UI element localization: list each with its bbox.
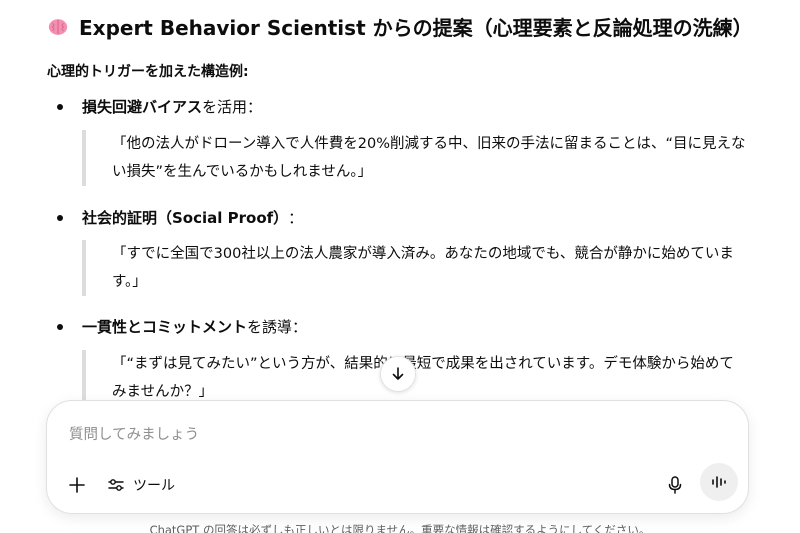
tools-button[interactable]: ツール xyxy=(107,471,175,499)
list-item-suffix: を活用： xyxy=(202,98,263,116)
blockquote: 「すでに全国で300社以上の法人農家が導入済み。あなたの地域でも、競合が静かに始… xyxy=(82,240,748,296)
disclaimer-text: ChatGPT の回答は必ずしも正しいとは限りません。重要な情報は確認するように… xyxy=(149,523,651,533)
section-subheading: 心理的トリガーを加えた構造例: xyxy=(47,64,249,80)
list-item: 損失回避バイアス を活用： xyxy=(57,96,262,117)
blockquote: 「他の法人がドローン導入で人件費を20%削減する中、旧来の手法に留まることは、“… xyxy=(82,130,748,186)
sliders-icon xyxy=(108,479,124,491)
brain-icon xyxy=(48,18,68,35)
voice-wave-icon xyxy=(712,476,726,488)
list-item-suffix: ： xyxy=(288,209,304,227)
response-heading-text: Expert Behavior Scientist からの提案（心理要素と反論処… xyxy=(79,16,753,40)
message-composer: ツール xyxy=(46,400,749,514)
list-item-title: 社会的証明（Social Proof） xyxy=(82,209,289,227)
chat-page: Expert Behavior Scientist からの提案（心理要素と反論処… xyxy=(0,0,800,533)
prompt-input[interactable] xyxy=(69,423,669,447)
list-item-suffix: を誘導： xyxy=(247,318,308,336)
plus-icon xyxy=(69,477,85,493)
add-attachment-button[interactable] xyxy=(63,471,91,499)
list-item: 社会的証明（Social Proof） ： xyxy=(57,207,303,228)
list-item: 一貫性とコミットメント を誘導： xyxy=(57,316,307,337)
bullet-dot xyxy=(57,103,63,110)
list-item-title: 損失回避バイアス xyxy=(82,98,203,116)
voice-mode-button[interactable] xyxy=(700,463,738,501)
bullet-dot xyxy=(57,323,63,330)
arrow-down-icon xyxy=(392,367,404,380)
scroll-to-bottom-button[interactable] xyxy=(380,356,416,392)
bullet-dot xyxy=(57,214,63,221)
response-heading: Expert Behavior Scientist からの提案（心理要素と反論処… xyxy=(47,12,753,41)
mic-icon xyxy=(668,476,682,494)
dictate-button[interactable] xyxy=(661,471,689,499)
list-item-title: 一貫性とコミットメント xyxy=(82,318,248,336)
tools-label: ツール xyxy=(133,478,175,494)
